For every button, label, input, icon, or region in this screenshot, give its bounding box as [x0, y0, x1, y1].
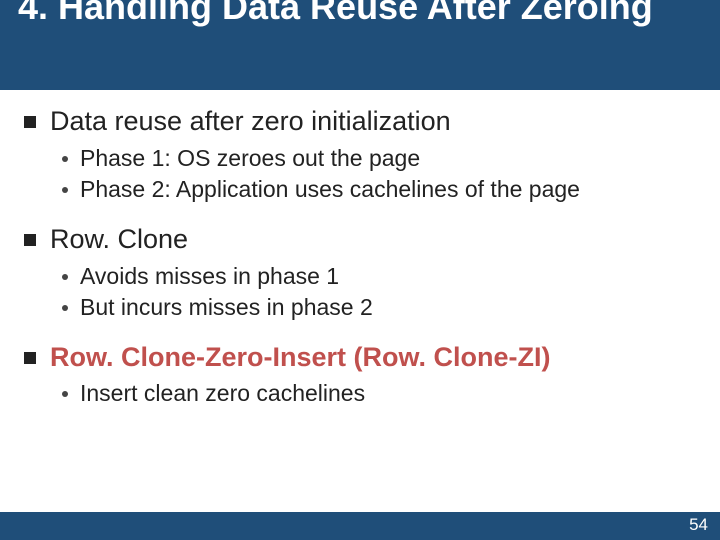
- section-heading: Row. Clone: [24, 223, 696, 257]
- slide-title: 4. Handling Data Reuse After Zeroing: [18, 0, 690, 27]
- section-1: Data reuse after zero initialization Pha…: [24, 105, 696, 205]
- footer-bar: 54: [0, 512, 720, 540]
- title-bar: 4. Handling Data Reuse After Zeroing: [0, 0, 720, 90]
- dot-bullet-icon: [62, 187, 68, 193]
- square-bullet-icon: [24, 234, 36, 246]
- square-bullet-icon: [24, 352, 36, 364]
- list-item: Avoids misses in phase 1: [62, 261, 696, 292]
- list-item: Phase 1: OS zeroes out the page: [62, 143, 696, 174]
- item-text: Insert clean zero cachelines: [80, 378, 365, 409]
- section-heading-accent: Row. Clone-Zero-Insert (Row. Clone-ZI): [24, 341, 696, 375]
- section-heading: Data reuse after zero initialization: [24, 105, 696, 139]
- item-text: Phase 1: OS zeroes out the page: [80, 143, 420, 174]
- dot-bullet-icon: [62, 274, 68, 280]
- heading-text: Row. Clone: [50, 223, 188, 257]
- list-item: But incurs misses in phase 2: [62, 292, 696, 323]
- page-number: 54: [689, 515, 708, 535]
- dot-bullet-icon: [62, 391, 68, 397]
- square-bullet-icon: [24, 116, 36, 128]
- heading-text: Row. Clone-Zero-Insert (Row. Clone-ZI): [50, 341, 550, 375]
- heading-text: Data reuse after zero initialization: [50, 105, 451, 139]
- section-3: Row. Clone-Zero-Insert (Row. Clone-ZI) I…: [24, 341, 696, 410]
- dot-bullet-icon: [62, 156, 68, 162]
- slide-body: Data reuse after zero initialization Pha…: [0, 95, 720, 508]
- item-text: Phase 2: Application uses cachelines of …: [80, 174, 580, 205]
- dot-bullet-icon: [62, 305, 68, 311]
- item-text: But incurs misses in phase 2: [80, 292, 373, 323]
- item-text: Avoids misses in phase 1: [80, 261, 339, 292]
- section-2: Row. Clone Avoids misses in phase 1 But …: [24, 223, 696, 323]
- list-item: Insert clean zero cachelines: [62, 378, 696, 409]
- list-item: Phase 2: Application uses cachelines of …: [62, 174, 696, 205]
